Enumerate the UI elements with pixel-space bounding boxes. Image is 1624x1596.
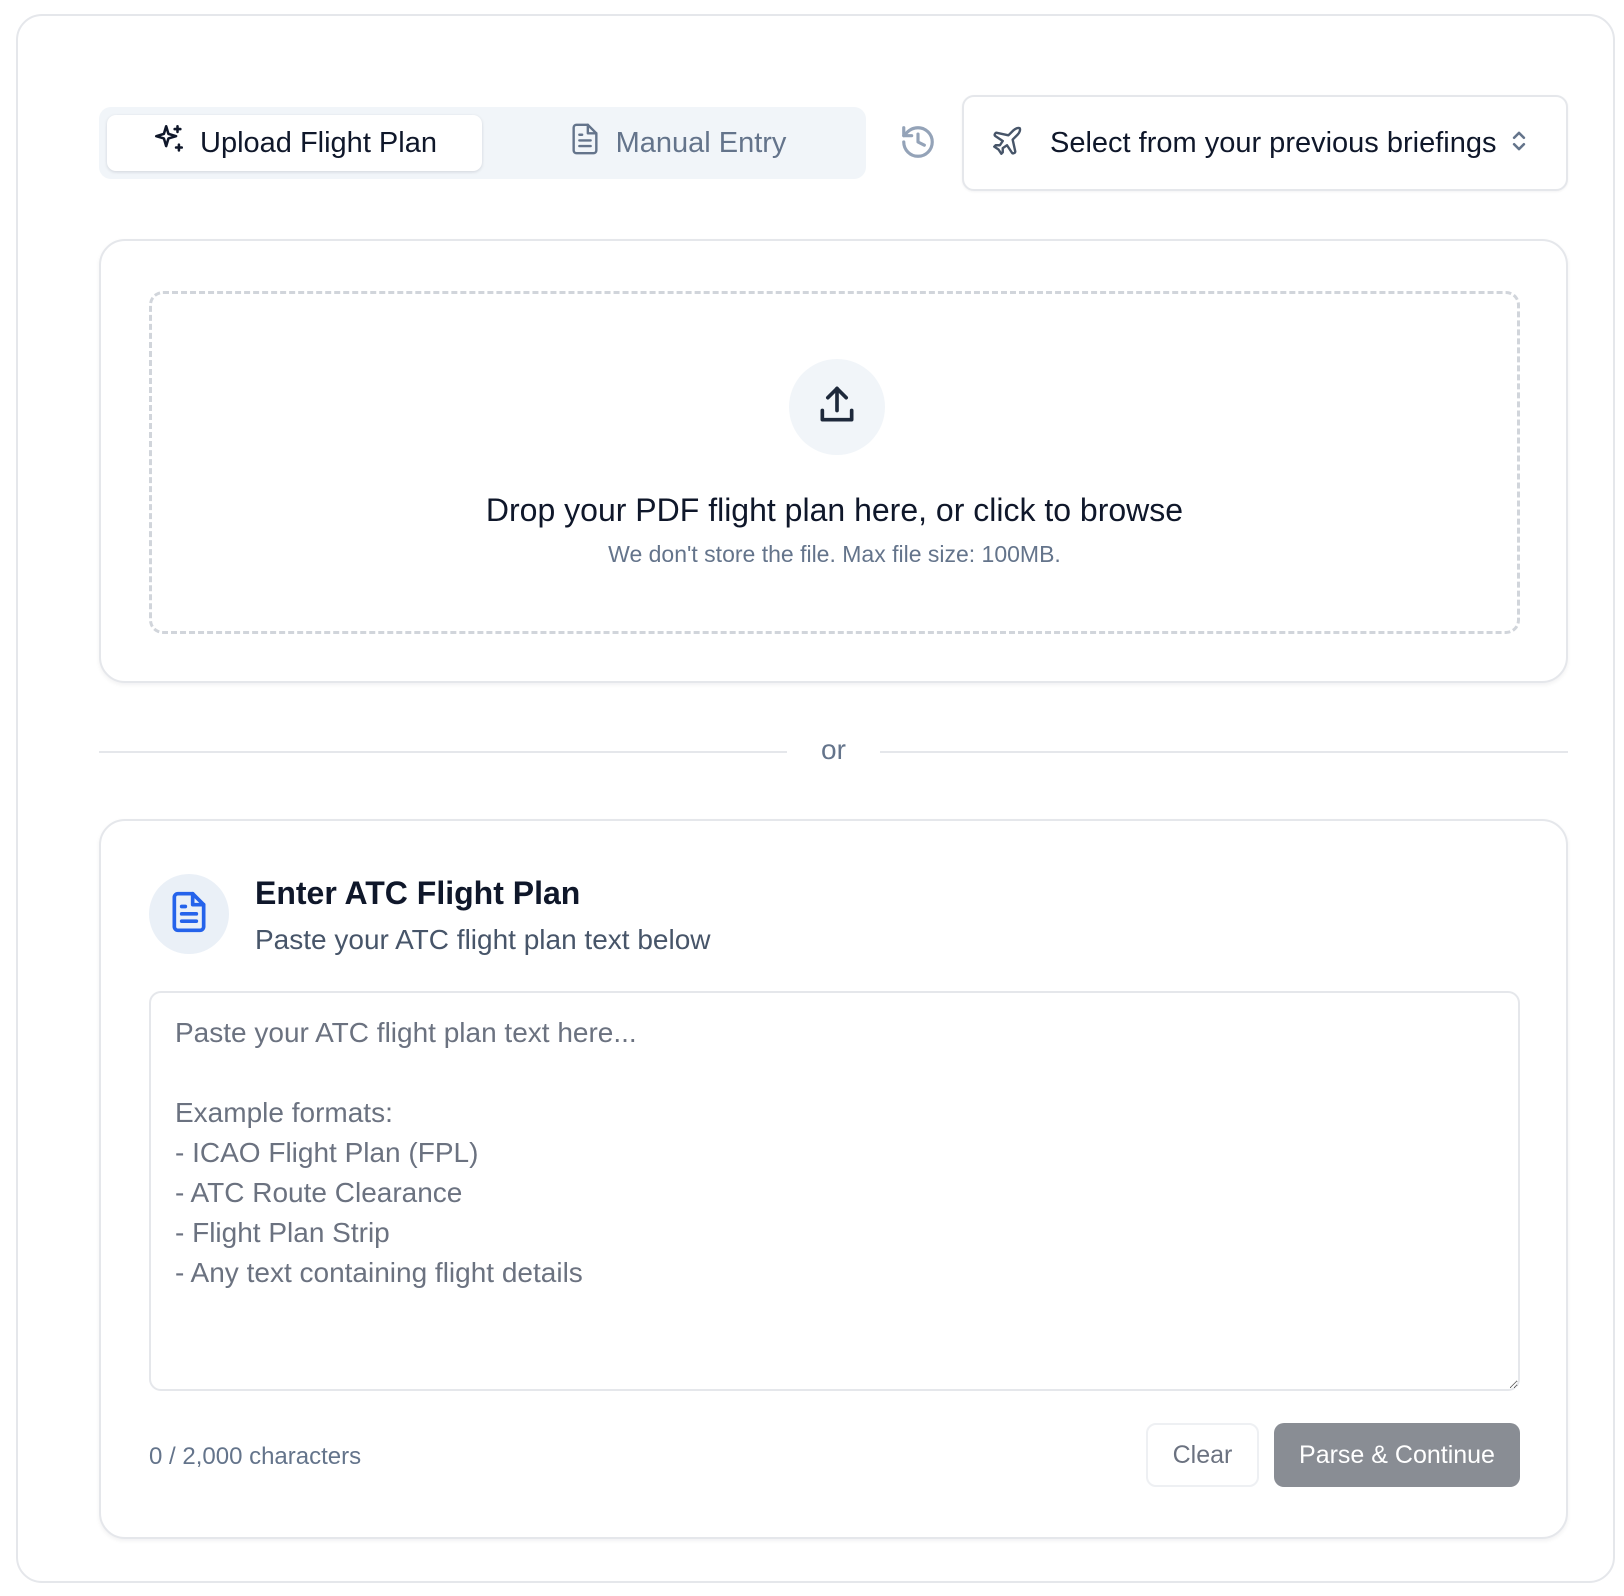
tab-upload-flight-plan[interactable]: Upload Flight Plan xyxy=(107,115,482,171)
plane-icon xyxy=(990,124,1050,163)
dropzone-title: Drop your PDF flight plan here, or click… xyxy=(485,492,1184,528)
upload-icon-circle xyxy=(789,359,885,455)
chevrons-up-down-icon xyxy=(1496,128,1530,159)
divider-line-right xyxy=(880,751,1568,753)
flight-plan-panel: Upload Flight Plan Manual Entry Select f… xyxy=(16,14,1615,1583)
divider-or-text: or xyxy=(821,734,846,765)
history-button[interactable] xyxy=(894,122,942,166)
upload-card: Drop your PDF flight plan here, or click… xyxy=(99,239,1568,683)
previous-briefings-select[interactable]: Select from your previous briefings xyxy=(962,95,1568,191)
parse-continue-button[interactable]: Parse & Continue xyxy=(1274,1423,1520,1487)
document-icon-circle xyxy=(149,874,229,954)
tab-manual-entry[interactable]: Manual Entry xyxy=(495,115,859,171)
flight-plan-textarea[interactable] xyxy=(149,991,1520,1391)
character-count: 0 / 2,000 characters xyxy=(149,1443,362,1470)
dropzone-subtitle: We don't store the file. Max file size: … xyxy=(608,541,1061,567)
manual-entry-subtitle: Paste your ATC flight plan text below xyxy=(255,924,711,955)
manual-entry-title: Enter ATC Flight Plan xyxy=(255,875,581,911)
divider-line-left xyxy=(99,751,787,753)
sparkles-icon xyxy=(152,122,186,164)
briefings-select-placeholder: Select from your previous briefings xyxy=(1050,126,1497,159)
document-icon xyxy=(167,890,211,939)
manual-entry-card: Enter ATC Flight Plan Paste your ATC fli… xyxy=(99,819,1568,1539)
input-mode-tabs: Upload Flight Plan Manual Entry xyxy=(99,107,866,179)
tab-upload-label: Upload Flight Plan xyxy=(200,126,437,159)
clear-button[interactable]: Clear xyxy=(1146,1423,1259,1487)
upload-icon xyxy=(815,383,859,432)
history-icon xyxy=(899,123,937,166)
pdf-dropzone[interactable]: Drop your PDF flight plan here, or click… xyxy=(149,291,1520,634)
file-text-icon xyxy=(568,122,602,164)
tab-manual-label: Manual Entry xyxy=(615,126,787,159)
